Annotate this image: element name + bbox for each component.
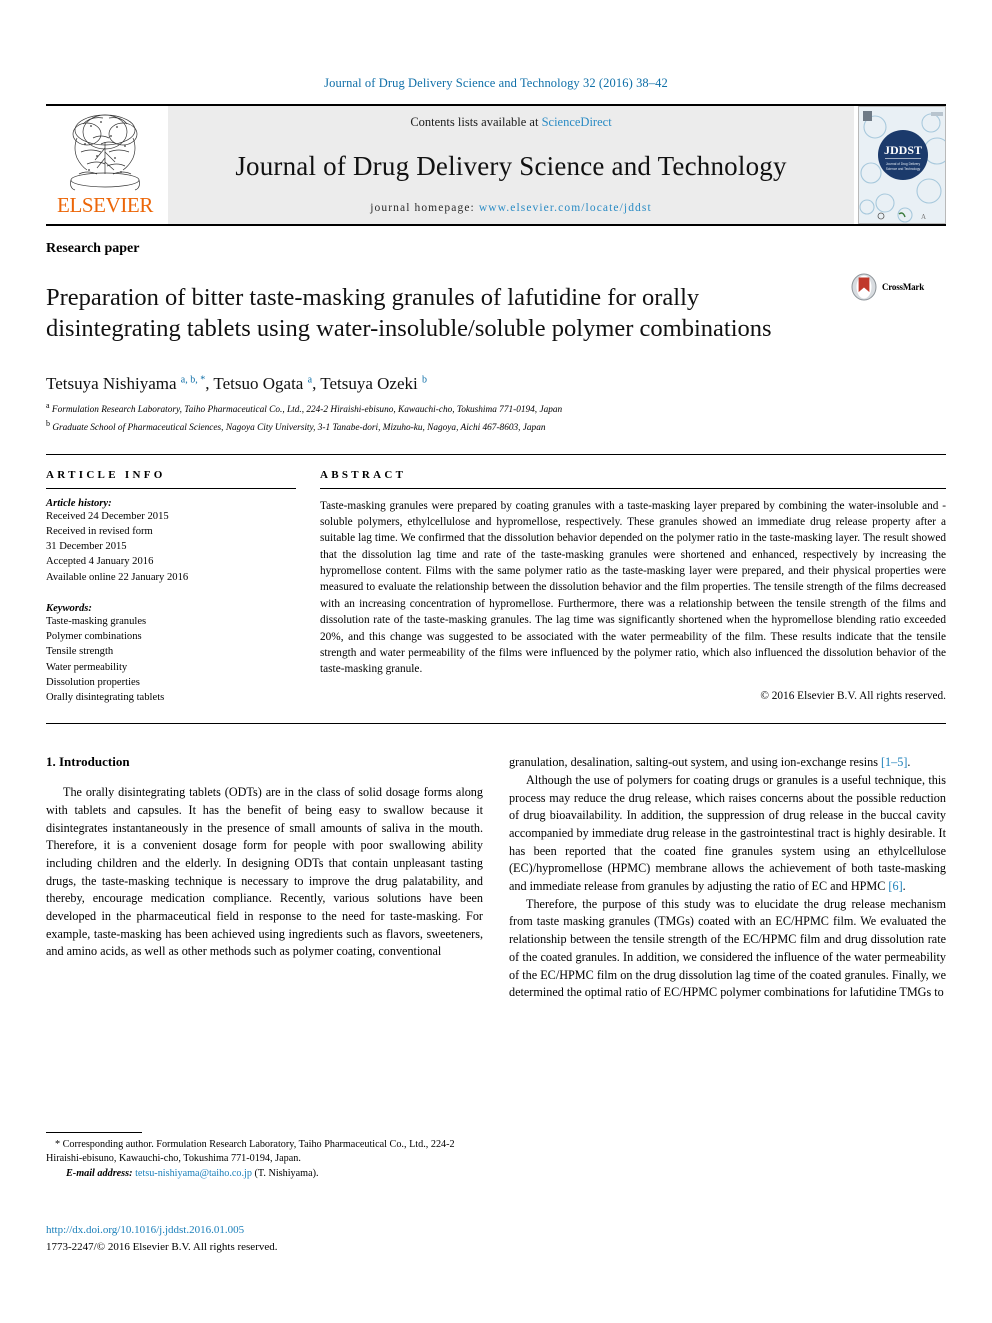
intro-paragraph-right-1: granulation, desalination, salting-out s… — [509, 754, 946, 772]
history-item: Available online 22 January 2016 — [46, 571, 189, 583]
email-suffix: (T. Nishiyama). — [254, 1167, 319, 1179]
history-item: Received in revised form — [46, 525, 153, 537]
masthead-center: Contents lists available at ScienceDirec… — [168, 106, 854, 224]
citation-ref-6[interactable]: [6] — [888, 879, 902, 893]
issn-copyright-line: 1773-2247/© 2016 Elsevier B.V. All right… — [46, 1240, 278, 1253]
svg-text:A: A — [921, 213, 926, 221]
keyword-item: Dissolution properties — [46, 676, 140, 688]
affiliation-1: a Formulation Research Laboratory, Taiho… — [46, 400, 946, 418]
article-info-abstract-block: ARTICLE INFO Article history: Received 2… — [46, 455, 946, 706]
crossmark-icon — [851, 273, 877, 301]
history-item: Accepted 4 January 2016 — [46, 556, 154, 568]
contents-prefix: Contents lists available at — [410, 115, 542, 129]
masthead-bottom-rule — [46, 224, 946, 226]
abstract-column: ABSTRACT Taste-masking granules were pre… — [320, 469, 946, 706]
keyword-item: Orally disintegrating tablets — [46, 692, 165, 704]
elsevier-wordmark: ELSEVIER — [57, 193, 153, 217]
article-type-label: Research paper — [46, 241, 140, 256]
intro-paragraph-right-2: Although the use of polymers for coating… — [509, 772, 946, 896]
svg-text:Science and Technology: Science and Technology — [886, 167, 921, 171]
article-history-list: Received 24 December 2015 Received in re… — [46, 509, 296, 585]
svg-text:JDDST: JDDST — [884, 143, 922, 157]
author-names: Tetsuya Nishiyama a, b, *, Tetsuo Ogata … — [46, 373, 427, 393]
title-row: Preparation of bitter taste-masking gran… — [46, 267, 946, 362]
email-label: E-mail address: — [66, 1167, 133, 1179]
journal-homepage-line: journal homepage: www.elsevier.com/locat… — [370, 202, 652, 214]
abstract-block-bottom-rule — [46, 723, 946, 725]
article-info-rule — [46, 487, 296, 489]
journal-title: Journal of Drug Delivery Science and Tec… — [235, 150, 787, 181]
affiliation-2: b Graduate School of Pharmaceutical Scie… — [46, 418, 946, 436]
sciencedirect-link[interactable]: ScienceDirect — [542, 115, 612, 129]
keywords-list: Taste-masking granules Polymer combinati… — [46, 614, 296, 706]
page-title: Preparation of bitter taste-masking gran… — [46, 284, 772, 343]
corresponding-marker: * — [55, 1139, 61, 1150]
keyword-item: Tensile strength — [46, 646, 114, 658]
footnote-rule — [46, 1132, 142, 1133]
abstract-copyright: © 2016 Elsevier B.V. All rights reserved… — [760, 689, 946, 702]
homepage-prefix: journal homepage: — [370, 202, 479, 214]
body-column-right: granulation, desalination, salting-out s… — [509, 754, 946, 1002]
citation-ref-1-5[interactable]: [1–5] — [881, 755, 907, 769]
section-heading-introduction: 1. Introduction — [46, 754, 130, 770]
doi-link[interactable]: http://dx.doi.org/10.1016/j.jddst.2016.0… — [46, 1222, 476, 1239]
keywords-label: Keywords: — [46, 602, 92, 614]
abstract-text: Taste-masking granules were prepared by … — [320, 499, 946, 676]
journal-cover-thumbnail: JDDST Journal of Drug Delivery Science a… — [858, 106, 946, 224]
history-item: Received 24 December 2015 — [46, 510, 169, 522]
intro-paragraph-right-3: Therefore, the purpose of this study was… — [509, 896, 946, 1000]
corresponding-author-footnote: * Corresponding author. Formulation Rese… — [46, 1132, 476, 1181]
body-columns: 1. Introduction The orally disintegratin… — [46, 754, 946, 1002]
journal-cover-artwork: JDDST Journal of Drug Delivery Science a… — [859, 107, 945, 223]
keyword-item: Taste-masking granules — [46, 615, 147, 627]
article-info-column: ARTICLE INFO Article history: Received 2… — [46, 469, 296, 706]
crossmark-label: CrossMark — [882, 282, 925, 292]
corresponding-author-text: * Corresponding author. Formulation Rese… — [46, 1138, 476, 1167]
elsevier-tree-icon — [70, 114, 140, 191]
doi-block: http://dx.doi.org/10.1016/j.jddst.2016.0… — [46, 1222, 476, 1255]
article-info-heading: ARTICLE INFO — [46, 468, 166, 481]
corresponding-detail: Corresponding author. Formulation Resear… — [46, 1139, 455, 1165]
affiliation-1-text: Formulation Research Laboratory, Taiho P… — [51, 404, 563, 415]
email-line: E-mail address: tetsu-nishiyama@taiho.co… — [46, 1167, 476, 1181]
abstract-heading: ABSTRACT — [320, 468, 407, 481]
affiliation-2-marker: b — [46, 419, 50, 429]
intro-right-1-text: granulation, desalination, salting-out s… — [509, 755, 881, 770]
crossmark-badge[interactable]: CrossMark — [850, 267, 946, 301]
author-list: Tetsuya Nishiyama a, b, *, Tetsuo Ogata … — [46, 374, 946, 394]
intro-paragraph-left: The orally disintegrating tablets (ODTs)… — [46, 785, 483, 959]
affiliation-2-text: Graduate School of Pharmaceutical Scienc… — [52, 423, 546, 434]
journal-masthead: ELSEVIER Contents lists available at Sci… — [46, 106, 946, 224]
paper-page: Journal of Drug Delivery Science and Tec… — [0, 0, 992, 1323]
intro-right-2-text: Although the use of polymers for coating… — [509, 772, 946, 894]
keyword-item: Water permeability — [46, 661, 128, 673]
running-head: Journal of Drug Delivery Science and Tec… — [324, 76, 668, 90]
history-item: 31 December 2015 — [46, 541, 127, 553]
keywords-block: Keywords: Taste-masking granules Polymer… — [46, 603, 296, 706]
article-history-label: Article history: — [46, 497, 112, 509]
elsevier-logo: ELSEVIER — [46, 106, 164, 224]
abstract-rule — [320, 487, 946, 489]
intro-right-2-tail: . — [902, 879, 906, 894]
svg-text:Journal of Drug Delivery: Journal of Drug Delivery — [886, 162, 921, 166]
body-column-left: 1. Introduction The orally disintegratin… — [46, 754, 483, 1002]
contents-available-line: Contents lists available at ScienceDirec… — [410, 115, 611, 130]
affiliation-1-marker: a — [46, 400, 50, 410]
intro-right-1-tail: . — [907, 755, 911, 770]
keyword-item: Polymer combinations — [46, 631, 142, 643]
email-link[interactable]: tetsu-nishiyama@taiho.co.jp — [135, 1168, 252, 1179]
homepage-link[interactable]: www.elsevier.com/locate/jddst — [479, 202, 652, 214]
